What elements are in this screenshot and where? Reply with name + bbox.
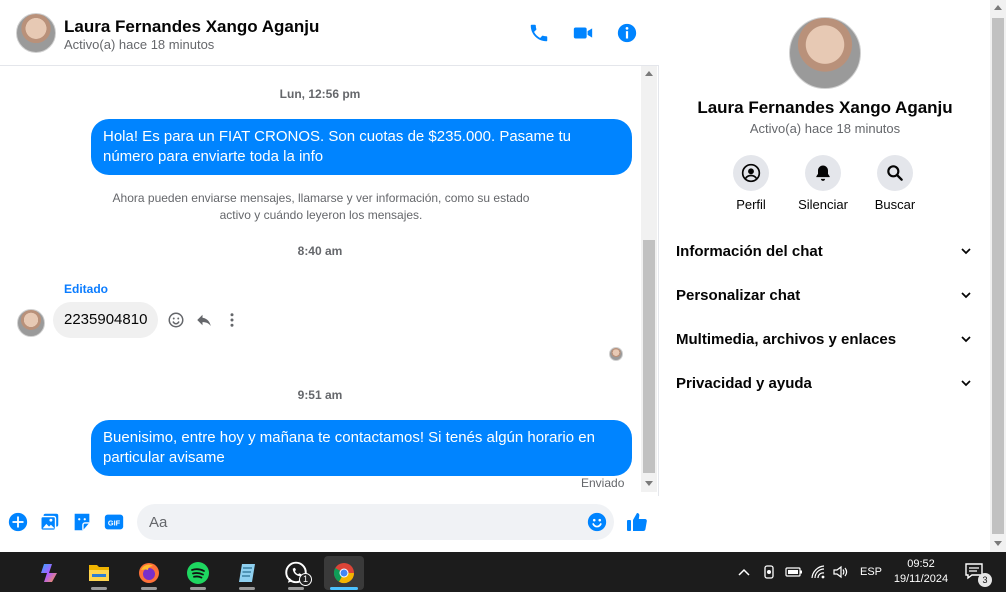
search-icon xyxy=(877,155,913,191)
spotify-icon[interactable] xyxy=(178,556,218,590)
battery-icon[interactable] xyxy=(785,564,803,580)
file-explorer-icon[interactable] xyxy=(79,556,119,590)
profile-avatar[interactable] xyxy=(789,17,861,89)
timestamp: 8:40 am xyxy=(297,244,343,258)
search-label: Buscar xyxy=(874,197,916,212)
svg-text:GIF: GIF xyxy=(108,519,121,528)
firefox-icon[interactable] xyxy=(129,556,169,590)
scroll-down-arrow-icon[interactable] xyxy=(645,481,653,486)
outgoing-message[interactable]: Hola! Es para un FIAT CRONOS. Son cuotas… xyxy=(91,119,632,175)
section-label: Información del chat xyxy=(676,242,823,260)
notepad-icon[interactable] xyxy=(227,556,267,590)
emoji-icon[interactable] xyxy=(586,511,608,533)
edited-label[interactable]: Editado xyxy=(64,282,108,296)
outgoing-message[interactable]: Buenisimo, entre hoy y mañana te contact… xyxy=(91,420,632,476)
sticker-icon[interactable] xyxy=(71,511,93,533)
conversation-info-panel: Laura Fernandes Xango Aganju Activo(a) h… xyxy=(660,0,990,552)
contact-status: Activo(a) hace 18 minutos xyxy=(64,37,215,52)
section-label: Multimedia, archivos y enlaces xyxy=(676,330,897,348)
running-indicator xyxy=(91,587,107,590)
chevron-down-icon xyxy=(961,336,971,343)
section-chat-info[interactable]: Información del chat xyxy=(676,236,974,266)
chevron-down-icon xyxy=(961,248,971,255)
react-emoji-icon[interactable] xyxy=(166,310,186,330)
windows-taskbar: 1 ESP 09:52 19/11/2024 3 xyxy=(0,552,1006,592)
incoming-message[interactable]: 2235904810 xyxy=(53,302,159,338)
running-indicator xyxy=(141,587,157,590)
gif-icon[interactable]: GIF xyxy=(103,511,125,533)
whatsapp-badge: 1 xyxy=(299,573,312,586)
mute-button[interactable]: Silenciar xyxy=(787,155,859,212)
meet-now-icon[interactable] xyxy=(760,564,778,580)
profile-status: Activo(a) hace 18 minutos xyxy=(749,121,901,136)
clock-date: 19/11/2024 xyxy=(893,573,949,585)
video-camera-icon[interactable] xyxy=(570,20,596,46)
chat-panel: Laura Fernandes Xango Aganju Activo(a) h… xyxy=(0,0,659,552)
reply-icon[interactable] xyxy=(194,310,214,330)
sender-avatar[interactable] xyxy=(17,309,45,337)
composer: GIF xyxy=(0,496,659,552)
chrome-icon[interactable] xyxy=(324,556,364,590)
timestamp: 9:51 am xyxy=(297,388,343,402)
chevron-down-icon xyxy=(961,292,971,299)
show-hidden-icons-icon[interactable] xyxy=(735,564,753,580)
page-scroll-up-icon[interactable] xyxy=(994,5,1002,10)
chat-scroll-thumb[interactable] xyxy=(643,240,655,473)
contact-avatar[interactable] xyxy=(16,13,56,53)
profile-name: Laura Fernandes Xango Aganju xyxy=(697,98,953,117)
plus-icon[interactable] xyxy=(7,511,29,533)
notification-center-icon[interactable]: 3 xyxy=(964,562,992,587)
message-input[interactable] xyxy=(137,504,614,540)
running-indicator xyxy=(288,587,304,590)
read-receipt-avatar xyxy=(609,347,623,361)
section-privacy-support[interactable]: Privacidad y ayuda xyxy=(676,368,974,398)
active-indicator xyxy=(330,587,358,590)
clock[interactable]: 09:52 19/11/2024 xyxy=(888,557,954,587)
image-icon[interactable] xyxy=(39,511,61,533)
running-indicator xyxy=(239,587,255,590)
profile-label: Perfil xyxy=(736,197,766,212)
notification-count-badge: 3 xyxy=(978,573,992,587)
page-scroll-down-icon[interactable] xyxy=(994,541,1002,546)
mute-label: Silenciar xyxy=(798,197,848,212)
input-language[interactable]: ESP xyxy=(860,566,882,578)
whatsapp-icon[interactable]: 1 xyxy=(276,556,316,590)
phone-icon[interactable] xyxy=(526,20,552,46)
message-list[interactable]: Lun, 12:56 pm Hola! Es para un FIAT CRON… xyxy=(0,66,640,496)
thumbs-up-icon[interactable] xyxy=(625,510,649,534)
timestamp: Lun, 12:56 pm xyxy=(279,87,361,101)
bell-icon xyxy=(805,155,841,191)
task-view-icon[interactable] xyxy=(0,556,10,590)
chevron-down-icon xyxy=(961,380,971,387)
clock-time: 09:52 xyxy=(907,558,935,570)
contact-name[interactable]: Laura Fernandes Xango Aganju xyxy=(64,17,319,37)
copilot-icon[interactable] xyxy=(30,556,70,590)
section-label: Privacidad y ayuda xyxy=(676,374,812,392)
wifi-icon[interactable] xyxy=(809,564,827,580)
search-button[interactable]: Buscar xyxy=(859,155,931,212)
section-media-files-links[interactable]: Multimedia, archivos y enlaces xyxy=(676,324,974,354)
running-indicator xyxy=(190,587,206,590)
more-options-icon[interactable] xyxy=(222,310,242,330)
system-notice: Ahora pueden enviarse mensajes, llamarse… xyxy=(112,191,530,222)
info-icon[interactable] xyxy=(614,20,640,46)
sent-status: Enviado xyxy=(581,476,625,490)
section-label: Personalizar chat xyxy=(676,286,801,304)
section-customize-chat[interactable]: Personalizar chat xyxy=(676,280,974,310)
volume-icon[interactable] xyxy=(832,564,850,580)
page-scroll-thumb[interactable] xyxy=(992,18,1004,534)
profile-button[interactable]: Perfil xyxy=(715,155,787,212)
scroll-up-arrow-icon[interactable] xyxy=(645,71,653,76)
profile-icon xyxy=(733,155,769,191)
chat-header: Laura Fernandes Xango Aganju Activo(a) h… xyxy=(0,0,659,66)
